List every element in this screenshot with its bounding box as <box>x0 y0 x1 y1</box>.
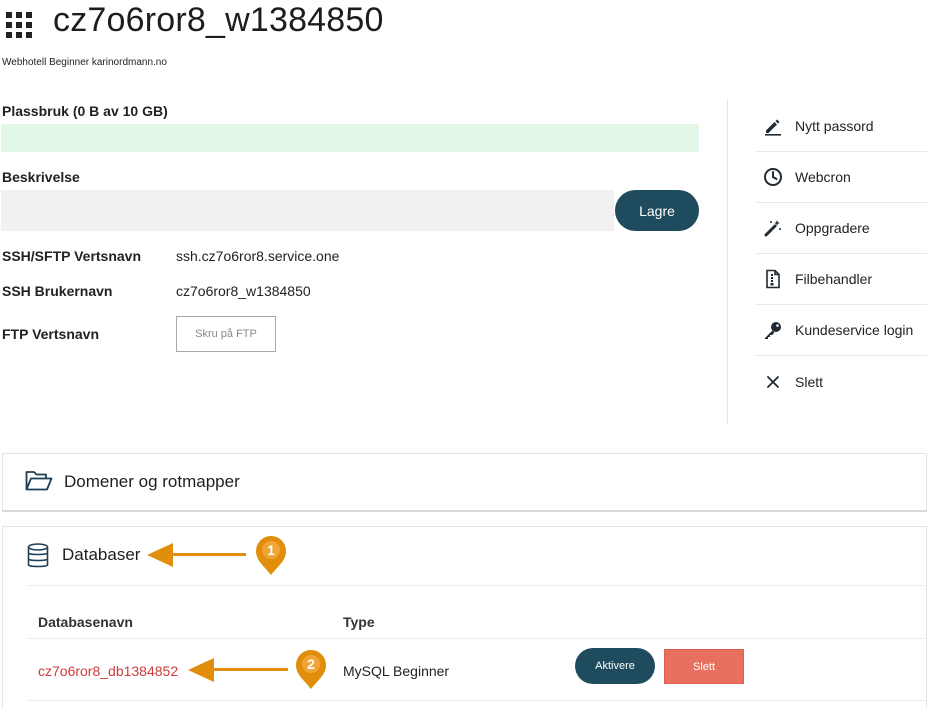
column-header-type: Type <box>343 614 375 630</box>
clock-icon <box>762 166 784 188</box>
action-upgrade[interactable]: Oppgradere <box>756 203 927 254</box>
file-icon <box>762 268 784 290</box>
ssh-username-label: SSH Brukernavn <box>2 283 113 299</box>
page-title: cz7o6ror8_w1384850 <box>53 1 384 39</box>
folder-open-icon <box>25 470 53 497</box>
action-delete[interactable]: Slett <box>756 356 927 407</box>
action-label: Filbehandler <box>795 271 873 287</box>
ssh-host-label: SSH/SFTP Vertsnavn <box>2 248 142 264</box>
action-label: Oppgradere <box>795 220 870 236</box>
table-header-divider <box>28 638 927 639</box>
action-support-login[interactable]: Kundeservice login <box>756 305 927 356</box>
databases-title: Databaser <box>62 545 141 564</box>
action-webcron[interactable]: Webcron <box>756 152 927 203</box>
databases-section <box>2 526 927 708</box>
apps-grid-icon[interactable] <box>6 12 32 38</box>
panel-divider <box>727 99 728 424</box>
magic-wand-icon <box>762 217 784 239</box>
delete-database-button[interactable]: Slett <box>664 649 744 684</box>
save-button[interactable]: Lagre <box>615 190 699 231</box>
column-header-name: Databasenavn <box>38 614 133 630</box>
annotation-number: 1 <box>267 542 275 558</box>
ftp-host-label: FTP Vertsnavn <box>2 326 100 342</box>
action-label: Webcron <box>795 169 851 185</box>
action-label: Kundeservice login <box>795 322 914 338</box>
annotation-arrow-line <box>170 553 246 556</box>
ssh-host-value: ssh.cz7o6ror8.service.one <box>176 248 340 264</box>
database-type: MySQL Beginner <box>343 663 450 679</box>
activate-button[interactable]: Aktivere <box>575 648 655 684</box>
annotation-number: 2 <box>307 656 315 672</box>
page-subtitle: Webhotell Beginner karinordmann.no <box>2 57 167 68</box>
action-label: Slett <box>795 373 824 390</box>
description-label: Beskrivelse <box>2 169 80 185</box>
section-divider <box>28 585 927 586</box>
domains-title[interactable]: Domener og rotmapper <box>64 472 240 492</box>
annotation-arrow-line <box>211 668 288 671</box>
description-input[interactable] <box>1 190 614 231</box>
database-name-link[interactable]: cz7o6ror8_db1384852 <box>38 663 178 679</box>
action-file-manager[interactable]: Filbehandler <box>756 254 927 305</box>
enable-ftp-button[interactable]: Skru på FTP <box>176 316 276 352</box>
close-icon <box>762 371 784 393</box>
ssh-username-value: cz7o6ror8_w1384850 <box>176 283 311 299</box>
pencil-icon <box>762 115 784 137</box>
table-row-divider <box>28 700 927 701</box>
usage-bar <box>1 124 699 152</box>
action-label: Nytt passord <box>795 118 874 134</box>
key-icon <box>762 319 784 341</box>
database-icon <box>27 543 49 574</box>
usage-label: Plassbruk (0 B av 10 GB) <box>2 103 168 119</box>
action-new-password[interactable]: Nytt passord <box>756 101 927 152</box>
